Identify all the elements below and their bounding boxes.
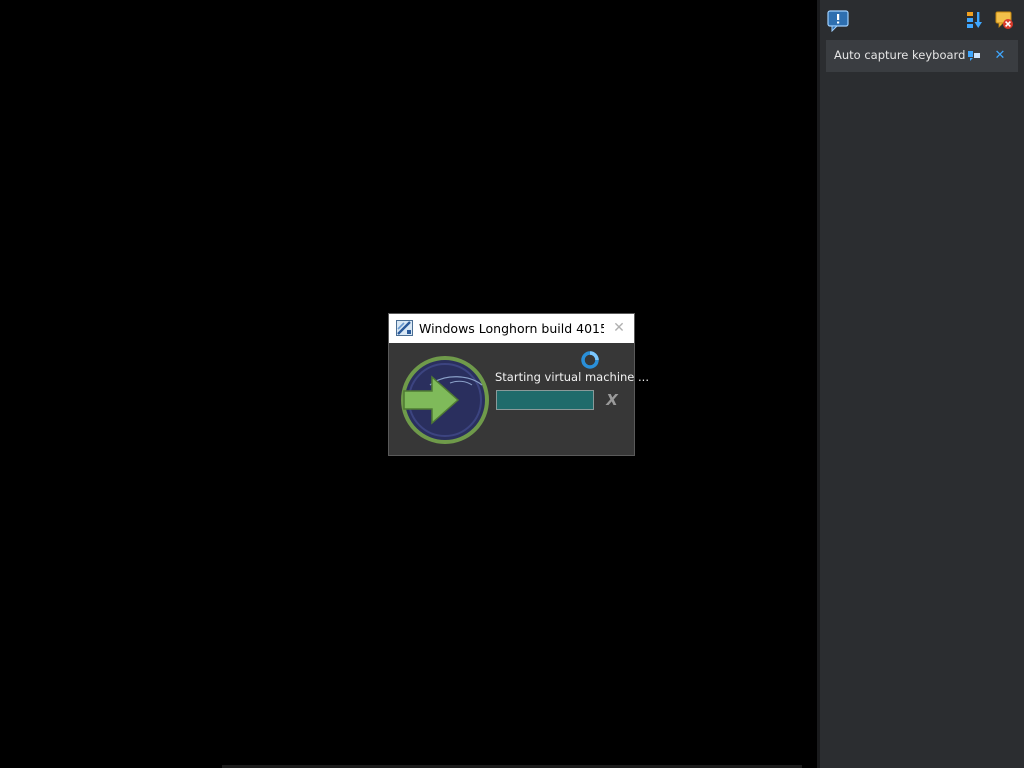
- virtualbox-app-icon: [396, 320, 413, 336]
- sort-icon[interactable]: [963, 8, 987, 32]
- vm-startup-dialog: Windows Longhorn build 4015: S... ✕ Star…: [388, 313, 649, 456]
- dialog-close-button[interactable]: ✕: [610, 319, 628, 337]
- dialog-title: Windows Longhorn build 4015: S...: [419, 321, 604, 336]
- notification-text: Auto capture keyboard ...: [834, 48, 969, 62]
- status-text: Starting virtual machine ...: [495, 370, 649, 384]
- clear-all-icon[interactable]: [992, 8, 1016, 32]
- busy-cursor-icon: [580, 350, 600, 370]
- notification-close-button[interactable]: ✕: [992, 47, 1008, 63]
- notification-toolbar: [820, 0, 1024, 38]
- dialog-titlebar[interactable]: Windows Longhorn build 4015: S... ✕: [389, 314, 634, 343]
- notification-center-panel: Auto capture keyboard ... ✕: [817, 0, 1024, 768]
- cancel-startup-button[interactable]: X: [602, 390, 622, 410]
- notification-bubble-icon[interactable]: [826, 9, 850, 33]
- notification-card[interactable]: Auto capture keyboard ... ✕: [826, 40, 1018, 72]
- keyboard-capture-icon[interactable]: [966, 48, 982, 64]
- start-arrow-logo: [400, 355, 490, 445]
- startup-progress-bar: [496, 390, 594, 410]
- progress-fill: [497, 391, 593, 409]
